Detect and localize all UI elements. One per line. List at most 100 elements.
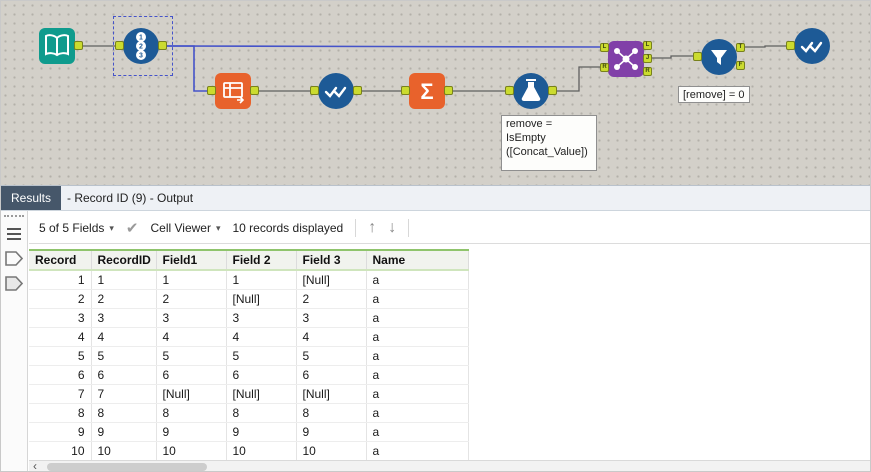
join-output-l-anchor[interactable]: L xyxy=(643,41,652,50)
table-cell[interactable]: 10 xyxy=(91,441,157,461)
table-cell[interactable]: a xyxy=(366,346,469,366)
table-row[interactable]: 33333a xyxy=(29,308,469,328)
transpose-tool[interactable] xyxy=(215,73,251,109)
table-cell[interactable]: 10 xyxy=(296,441,367,461)
table-cell[interactable]: 3 xyxy=(91,308,157,328)
move-up-icon[interactable]: ↑ xyxy=(368,220,376,236)
table-cell[interactable]: 5 xyxy=(226,346,297,366)
join-right-input-anchor[interactable]: R xyxy=(600,63,609,72)
pane-resize-grip[interactable] xyxy=(4,215,24,217)
filter-true-anchor[interactable]: T xyxy=(736,43,745,52)
table-cell[interactable]: 1 xyxy=(91,270,157,290)
input-anchor[interactable] xyxy=(401,86,410,95)
table-cell[interactable]: 6 xyxy=(156,365,227,385)
join-output-r-anchor[interactable]: R xyxy=(643,67,652,76)
column-header[interactable]: Name xyxy=(366,249,469,271)
table-cell[interactable]: 3 xyxy=(29,308,92,328)
table-cell[interactable]: 9 xyxy=(156,422,227,442)
filter-tool[interactable] xyxy=(701,39,737,75)
table-cell[interactable]: 3 xyxy=(156,308,227,328)
output-connection-icon[interactable] xyxy=(5,276,23,291)
table-cell[interactable]: a xyxy=(366,289,469,309)
table-cell[interactable]: a xyxy=(366,422,469,442)
table-row[interactable]: 99999a xyxy=(29,422,469,442)
table-row[interactable]: 10 10 10 10 10 a xyxy=(29,441,469,461)
scroll-left-icon[interactable]: ‹ xyxy=(33,459,37,471)
output-anchor[interactable] xyxy=(74,41,83,50)
table-cell[interactable]: 4 xyxy=(156,327,227,347)
horizontal-scrollbar[interactable]: ‹ xyxy=(29,459,870,471)
table-row[interactable]: 55555a xyxy=(29,346,469,366)
output-anchor[interactable] xyxy=(250,86,259,95)
table-cell[interactable]: 1 xyxy=(156,270,227,290)
table-cell[interactable]: 9 xyxy=(226,422,297,442)
connection-wire-selected[interactable] xyxy=(166,45,601,48)
table-cell[interactable]: 6 xyxy=(91,365,157,385)
table-cell[interactable]: 4 xyxy=(29,327,92,347)
cell-viewer-dropdown[interactable]: Cell Viewer ▾ xyxy=(150,221,220,235)
formula-tool[interactable] xyxy=(513,73,549,109)
table-cell[interactable]: [Null] xyxy=(156,384,227,404)
apply-check-icon[interactable]: ✔ xyxy=(126,219,139,237)
table-cell[interactable]: 5 xyxy=(91,346,157,366)
table-cell[interactable]: a xyxy=(366,441,469,461)
connection-wire-selected[interactable] xyxy=(167,45,207,92)
column-header[interactable]: Field 3 xyxy=(296,249,367,271)
table-cell[interactable]: a xyxy=(366,270,469,290)
input-anchor[interactable] xyxy=(693,52,702,61)
filter-annotation[interactable]: [remove] = 0 xyxy=(678,86,750,103)
input-connection-icon[interactable] xyxy=(5,251,23,266)
table-cell[interactable]: 9 xyxy=(29,422,92,442)
table-cell[interactable]: 10 xyxy=(226,441,297,461)
workflow-canvas[interactable]: 1 2 3 Σ L R L J R T F remove = IsEmpty (… xyxy=(1,1,870,185)
column-header[interactable]: Record xyxy=(29,249,92,271)
table-cell[interactable]: 2 xyxy=(29,289,92,309)
input-anchor[interactable] xyxy=(505,86,514,95)
table-cell[interactable]: 5 xyxy=(156,346,227,366)
table-row[interactable]: 66666a xyxy=(29,365,469,385)
connection-wire[interactable] xyxy=(652,55,693,59)
table-cell[interactable]: 10 xyxy=(156,441,227,461)
table-cell[interactable]: a xyxy=(366,365,469,385)
table-row[interactable]: 44444a xyxy=(29,327,469,347)
table-row[interactable]: 2 2 2 [Null] 2 a xyxy=(29,289,469,309)
table-cell[interactable]: a xyxy=(366,308,469,328)
column-header[interactable]: RecordID xyxy=(91,249,157,271)
table-row[interactable]: 88888a xyxy=(29,403,469,423)
table-cell[interactable]: 6 xyxy=(29,365,92,385)
formula-annotation[interactable]: remove = IsEmpty ([Concat_Value]) xyxy=(501,115,597,171)
filter-false-anchor[interactable]: F xyxy=(736,61,745,70)
table-cell[interactable]: 6 xyxy=(226,365,297,385)
table-cell[interactable]: 2 xyxy=(156,289,227,309)
table-cell[interactable]: 2 xyxy=(91,289,157,309)
table-cell[interactable]: 8 xyxy=(29,403,92,423)
table-cell[interactable]: 1 xyxy=(29,270,92,290)
table-cell[interactable]: 5 xyxy=(296,346,367,366)
table-cell[interactable]: 10 xyxy=(29,441,92,461)
table-cell[interactable]: 8 xyxy=(156,403,227,423)
table-cell[interactable]: 9 xyxy=(296,422,367,442)
join-output-j-anchor[interactable]: J xyxy=(643,54,652,63)
table-cell[interactable]: 8 xyxy=(226,403,297,423)
join-left-anchor[interactable]: L xyxy=(600,43,609,52)
scrollbar-thumb[interactable] xyxy=(47,463,207,471)
table-cell[interactable]: [Null] xyxy=(226,289,297,309)
table-cell[interactable]: [Null] xyxy=(296,270,367,290)
fields-dropdown[interactable]: 5 of 5 Fields ▾ xyxy=(39,221,114,235)
input-data-tool[interactable] xyxy=(39,28,75,64)
input-anchor[interactable] xyxy=(310,86,319,95)
table-cell[interactable]: 4 xyxy=(296,327,367,347)
connection-wire[interactable] xyxy=(557,66,600,92)
table-cell[interactable]: 8 xyxy=(91,403,157,423)
table-cell[interactable]: [Null] xyxy=(296,384,367,404)
table-cell[interactable]: 2 xyxy=(296,289,367,309)
output-check-tool[interactable] xyxy=(794,28,830,64)
table-cell[interactable]: 9 xyxy=(91,422,157,442)
table-cell[interactable]: 4 xyxy=(91,327,157,347)
table-cell[interactable]: 3 xyxy=(296,308,367,328)
table-cell[interactable]: 4 xyxy=(226,327,297,347)
column-header[interactable]: Field 2 xyxy=(226,249,297,271)
table-cell[interactable]: 1 xyxy=(226,270,297,290)
output-anchor[interactable] xyxy=(444,86,453,95)
table-cell[interactable]: a xyxy=(366,403,469,423)
